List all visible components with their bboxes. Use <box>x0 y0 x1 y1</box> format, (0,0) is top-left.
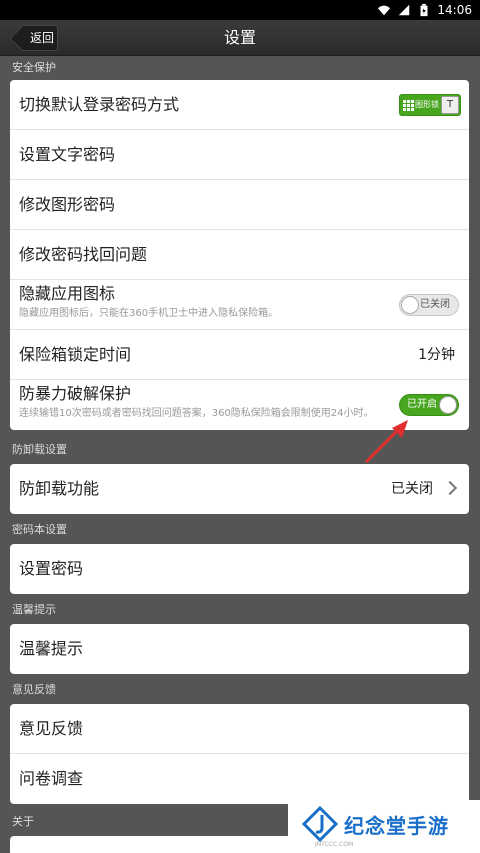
row-label: 温馨提示 <box>19 639 84 658</box>
toggle-knob <box>401 296 419 314</box>
battery-icon <box>420 3 428 17</box>
watermark-subtext: JNTCCC.COM <box>315 841 354 848</box>
back-button-label: 返回 <box>30 31 55 45</box>
status-bar: 14:06 <box>0 0 480 20</box>
brute-force-toggle[interactable]: 已开启 <box>399 394 459 416</box>
toggle-label: 已开启 <box>407 399 437 410</box>
row-description: 连续输错10次密码或者密码找回问题答案，360隐私保险箱会限制使用24小时。 <box>19 408 374 419</box>
login-mode-switch[interactable]: 图形锁 T <box>399 94 461 116</box>
watermark-logo <box>302 806 338 842</box>
mode-switch-label: 图形锁 <box>415 100 439 109</box>
mode-switch-knob: T <box>441 96 459 114</box>
back-button[interactable]: 返回 <box>20 25 58 51</box>
toggle-knob <box>439 396 457 414</box>
row-feedback[interactable]: 意见反馈 <box>10 704 469 754</box>
row-tips[interactable]: 温馨提示 <box>10 624 469 674</box>
watermark-text: 纪念堂手游 <box>344 814 449 838</box>
chevron-right-icon <box>442 480 458 496</box>
annotation-arrow-icon <box>364 420 408 464</box>
row-label: 设置密码 <box>19 559 84 578</box>
row-label: 切换默认登录密码方式 <box>19 95 180 114</box>
status-time: 14:06 <box>437 3 472 17</box>
title-bar: 设置 返回 <box>0 20 480 56</box>
card-uninstall: 防卸载功能 已关闭 <box>10 464 469 514</box>
row-anti-uninstall[interactable]: 防卸载功能 已关闭 <box>10 464 469 514</box>
wifi-icon <box>378 5 391 16</box>
row-lock-time[interactable]: 保险箱锁定时间 1分钟 <box>10 330 469 380</box>
row-set-text-password[interactable]: 设置文字密码 <box>10 130 469 180</box>
page-title: 设置 <box>223 28 256 47</box>
status-icons: 14:06 <box>377 3 472 17</box>
row-label: 隐藏应用图标 <box>19 284 116 303</box>
row-hide-app-icon[interactable]: 隐藏应用图标 隐藏应用图标后，只能在360手机卫士中进入隐私保险箱。 已关闭 <box>10 280 469 330</box>
row-survey[interactable]: 问卷调查 <box>10 754 469 804</box>
row-label: 设置文字密码 <box>19 145 116 164</box>
row-label: 防卸载功能 <box>19 479 100 498</box>
section-header-about: 关于 <box>12 815 34 828</box>
toggle-label: 已关闭 <box>420 299 450 310</box>
row-label: 防暴力破解保护 <box>19 384 132 403</box>
signal-icon <box>399 4 410 16</box>
row-label: 保险箱锁定时间 <box>19 345 132 364</box>
row-label: 问卷调查 <box>19 769 84 788</box>
section-header-tips: 温馨提示 <box>12 603 56 616</box>
section-header-security: 安全保护 <box>12 61 56 74</box>
grid-icon <box>403 100 414 111</box>
row-set-password[interactable]: 设置密码 <box>10 544 469 594</box>
section-header-notebook: 密码本设置 <box>12 523 67 536</box>
section-header-feedback: 意见反馈 <box>12 683 56 696</box>
section-header-uninstall: 防卸载设置 <box>12 443 67 456</box>
watermark: 纪念堂手游 JNTCCC.COM <box>288 800 480 853</box>
row-label: 意见反馈 <box>19 719 84 738</box>
card-feedback: 意见反馈 问卷调查 <box>10 704 469 804</box>
card-notebook: 设置密码 <box>10 544 469 594</box>
lock-time-value: 1分钟 <box>418 347 455 363</box>
row-label: 修改图形密码 <box>19 195 116 214</box>
row-switch-login-mode[interactable]: 切换默认登录密码方式 图形锁 T <box>10 80 469 130</box>
row-description: 隐藏应用图标后，只能在360手机卫士中进入隐私保险箱。 <box>19 308 279 319</box>
anti-uninstall-value: 已关闭 <box>391 481 433 497</box>
row-label: 修改密码找回问题 <box>19 245 148 264</box>
card-tips: 温馨提示 <box>10 624 469 674</box>
row-change-recovery-question[interactable]: 修改密码找回问题 <box>10 230 469 280</box>
row-change-pattern-password[interactable]: 修改图形密码 <box>10 180 469 230</box>
card-security: 切换默认登录密码方式 图形锁 T 设置文字密码 修改图形密码 修改密码找回问题 … <box>10 80 469 430</box>
hide-icon-toggle[interactable]: 已关闭 <box>399 294 459 316</box>
